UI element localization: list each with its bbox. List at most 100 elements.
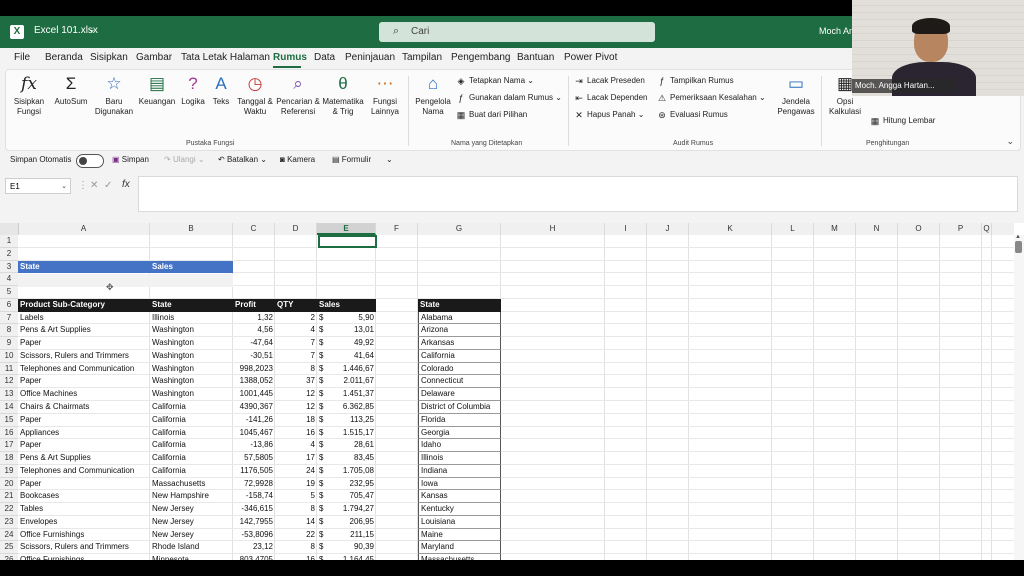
table-cell-qty[interactable]: 12 <box>275 388 317 401</box>
state-list-item[interactable]: Iowa <box>418 477 501 491</box>
table-header-sales[interactable]: Sales <box>317 299 376 312</box>
table-cell-state[interactable]: Massachusetts <box>150 478 233 491</box>
table-cell-sales[interactable]: 13,01 <box>317 324 376 337</box>
table-cell-sales[interactable]: 28,61 <box>317 439 376 452</box>
table-cell-profit[interactable]: 1176,505 <box>233 465 275 478</box>
table-cell-sales[interactable]: 83,45 <box>317 452 376 465</box>
column-header-d[interactable]: D <box>275 223 317 235</box>
row-header-23[interactable]: 23 <box>0 515 18 529</box>
row-header-10[interactable]: 10 <box>0 349 18 363</box>
row-header-8[interactable]: 8 <box>0 324 18 338</box>
table-cell-qty[interactable]: 4 <box>275 439 317 452</box>
undo-button[interactable]: ↶ Batalkan ⌄ <box>218 155 267 164</box>
table-cell-subcategory[interactable]: Pens & Art Supplies <box>18 324 150 337</box>
table-cell-subcategory[interactable]: Telephones and Communication <box>18 363 150 376</box>
table-cell-state[interactable]: Washington <box>150 363 233 376</box>
table-cell-qty[interactable]: 12 <box>275 401 317 414</box>
row-header-18[interactable]: 18 <box>0 452 18 465</box>
table-cell-state[interactable]: Illinois <box>150 312 233 325</box>
table-cell-state[interactable]: Washington <box>150 324 233 337</box>
state-list-item[interactable]: Georgia <box>418 426 501 440</box>
spreadsheet-grid[interactable]: ABCDEFGHIJKLMNOPQ 1 2 3 4 5 6 7 8 9 10 11 12 13 14 15 1… <box>0 223 1024 560</box>
financial-button[interactable]: ▤ Keuangan <box>137 74 177 107</box>
row-header-22[interactable]: 22 <box>0 503 18 516</box>
table-cell-subcategory[interactable]: Envelopes <box>18 516 150 529</box>
tab-tata-letak[interactable]: Tata Letak Halaman <box>181 52 270 63</box>
state-list-item[interactable]: Maine <box>418 528 501 542</box>
chevron-down-icon[interactable]: ⌄ <box>88 24 96 35</box>
table-cell-state[interactable]: New Jersey <box>150 529 233 542</box>
more-functions-button[interactable]: ⋯ Fungsi Lainnya <box>366 74 404 117</box>
text-button[interactable]: A Teks <box>209 74 233 107</box>
table-header-qty[interactable]: QTY <box>275 299 317 312</box>
redo-button[interactable]: ↷ Ulangi ⌄ <box>164 155 205 164</box>
state-list-item[interactable]: Arkansas <box>418 337 501 350</box>
table-header-profit[interactable]: Profit <box>233 299 275 312</box>
state-list-item[interactable]: Idaho <box>418 439 501 453</box>
state-list-item[interactable]: District of Columbia <box>418 401 501 414</box>
column-header-l[interactable]: L <box>772 223 814 235</box>
table-cell-qty[interactable]: 7 <box>275 337 317 350</box>
table-cell-sales[interactable]: 1.451,37 <box>317 388 376 401</box>
name-box[interactable]: E1 ⌄ <box>5 178 71 194</box>
table-cell-qty[interactable]: 8 <box>275 503 317 516</box>
state-list-item[interactable]: Florida <box>418 413 501 427</box>
table-cell-sales[interactable]: 1.515,17 <box>317 427 376 440</box>
table-cell-sales[interactable]: 232,95 <box>317 478 376 491</box>
camera-button[interactable]: ◙ Kamera <box>280 155 315 164</box>
column-header-m[interactable]: M <box>814 223 856 235</box>
tab-file[interactable]: File <box>14 52 30 63</box>
row-header-3[interactable]: 3 <box>0 260 18 274</box>
table-cell-qty[interactable]: 17 <box>275 452 317 465</box>
tab-data[interactable]: Data <box>314 52 335 63</box>
define-name-button[interactable]: ◈ Tetapkan Nama ⌄ <box>456 76 534 86</box>
remove-arrows-button[interactable]: ✕ Hapus Panah ⌄ <box>574 110 644 120</box>
table-cell-profit[interactable]: 998,2023 <box>233 363 275 376</box>
column-header-n[interactable]: N <box>856 223 898 235</box>
table-cell-subcategory[interactable]: Paper <box>18 375 150 388</box>
tab-peninjauan[interactable]: Peninjauan <box>345 52 395 63</box>
table-cell-state[interactable]: California <box>150 439 233 452</box>
tab-pengembang[interactable]: Pengembang <box>451 52 511 63</box>
column-header-e[interactable]: E <box>317 223 376 235</box>
state-list-item[interactable]: Indiana <box>418 464 501 478</box>
table-cell-subcategory[interactable]: Office Furnishings <box>18 529 150 542</box>
row-header-11[interactable]: 11 <box>0 362 18 376</box>
lookup-reference-button[interactable]: ⌕ Pencarian & Referensi <box>276 74 320 117</box>
state-list-item[interactable]: Massachusetts <box>418 554 501 560</box>
name-manager-button[interactable]: ⌂ Pengelola Nama <box>412 74 454 117</box>
table-cell-profit[interactable]: 1,32 <box>233 312 275 325</box>
column-header-k[interactable]: K <box>689 223 772 235</box>
table-cell-sales[interactable]: 1.446,67 <box>317 363 376 376</box>
table-cell-sales[interactable]: 90,39 <box>317 541 376 554</box>
column-header-q[interactable]: Q <box>982 223 992 235</box>
table-cell-subcategory[interactable]: Paper <box>18 414 150 427</box>
insert-function-icon[interactable]: fx <box>122 179 130 190</box>
column-header-a[interactable]: A <box>18 223 150 235</box>
state-list-item[interactable]: Connecticut <box>418 375 501 389</box>
row-header-14[interactable]: 14 <box>0 401 18 414</box>
active-cell-e1[interactable] <box>318 235 377 248</box>
table-cell-subcategory[interactable]: Telephones and Communication <box>18 465 150 478</box>
table-cell-state[interactable]: Washington <box>150 337 233 350</box>
table-cell-qty[interactable]: 14 <box>275 516 317 529</box>
autosum-button[interactable]: Σ AutoSum <box>51 74 91 107</box>
trace-dependents-button[interactable]: ⇤ Lacak Dependen <box>574 93 647 103</box>
vertical-scrollbar[interactable]: ▲ <box>1014 234 1024 560</box>
table-cell-profit[interactable]: 803,4705 <box>233 554 275 560</box>
evaluate-formula-button[interactable]: ⊛ Evaluasi Rumus <box>657 110 728 120</box>
table-cell-qty[interactable]: 22 <box>275 529 317 542</box>
table-cell-subcategory[interactable]: Office Machines <box>18 388 150 401</box>
table-cell-state[interactable]: California <box>150 465 233 478</box>
table-cell-state[interactable]: Minnesota <box>150 554 233 560</box>
table-cell-qty[interactable]: 2 <box>275 312 317 325</box>
row-header-2[interactable]: 2 <box>0 247 18 261</box>
state-list-item[interactable]: Alabama <box>418 311 501 325</box>
table-cell-profit[interactable]: 4,56 <box>233 324 275 337</box>
row-header-13[interactable]: 13 <box>0 388 18 401</box>
formula-input[interactable] <box>138 176 1018 212</box>
column-header-o[interactable]: O <box>898 223 940 235</box>
table-cell-subcategory[interactable]: Scissors, Rulers and Trimmers <box>18 350 150 363</box>
trace-precedents-button[interactable]: ⇥ Lacak Preseden <box>574 76 645 86</box>
enter-icon[interactable]: ✓ <box>104 180 112 191</box>
